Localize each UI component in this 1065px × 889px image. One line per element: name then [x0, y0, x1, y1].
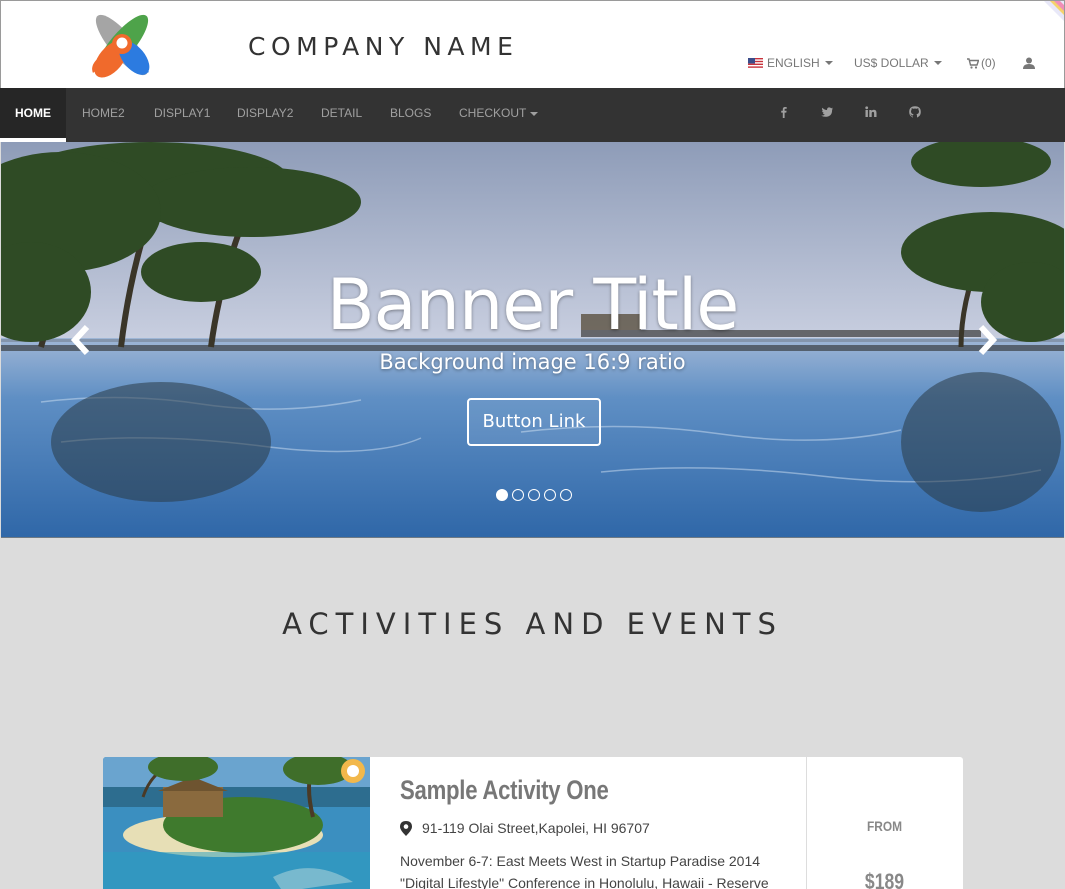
carousel-dot-3[interactable] — [528, 489, 540, 501]
us-flag-icon — [748, 58, 763, 68]
language-dropdown[interactable]: ENGLISH — [748, 56, 833, 70]
card-divider — [806, 757, 807, 889]
banner-title: Banner Title — [326, 264, 740, 346]
company-name: COMPANY NAME — [248, 32, 519, 61]
activity-price: $189 — [864, 869, 905, 889]
nav-detail[interactable]: DETAIL — [321, 88, 362, 142]
corner-ribbon-icon — [1044, 1, 1064, 21]
cart-link[interactable]: (0) — [967, 56, 996, 70]
cart-count: (0) — [981, 56, 996, 70]
map-marker-icon — [400, 820, 412, 836]
cart-icon — [967, 57, 979, 69]
nav-home[interactable]: HOME — [0, 88, 66, 142]
activity-title[interactable]: Sample Activity One — [400, 775, 609, 806]
top-header: COMPANY NAME ENGLISH US$ DOLLAR (0) — [0, 0, 1065, 88]
nav-blogs[interactable]: BLOGS — [390, 88, 431, 142]
nav-checkout[interactable]: CHECKOUT — [459, 88, 539, 142]
company-logo[interactable] — [85, 9, 159, 81]
chevron-down-icon — [933, 61, 942, 65]
banner-button-link[interactable]: Button Link — [467, 398, 601, 446]
carousel-dot-4[interactable] — [544, 489, 556, 501]
twitter-icon[interactable] — [820, 105, 834, 119]
activity-description: November 6-7: East Meets West in Startup… — [400, 853, 769, 889]
banner-subtitle: Background image 16:9 ratio — [379, 350, 686, 374]
user-icon[interactable] — [1023, 57, 1035, 69]
chevron-down-icon — [530, 111, 539, 116]
activity-card[interactable]: Sample Activity One 91-119 Olai Street,K… — [103, 757, 963, 889]
nav-display2[interactable]: DISPLAY2 — [237, 88, 293, 142]
nav-checkout-label: CHECKOUT — [459, 106, 527, 120]
chevron-down-icon — [824, 61, 833, 65]
carousel-dot-2[interactable] — [512, 489, 524, 501]
currency-label: US$ DOLLAR — [854, 56, 929, 70]
activity-thumbnail-image — [103, 757, 370, 889]
facebook-icon[interactable] — [777, 105, 791, 119]
linkedin-icon[interactable] — [864, 105, 878, 119]
carousel-next-arrow-icon[interactable] — [975, 324, 999, 356]
carousel-dot-5[interactable] — [560, 489, 572, 501]
currency-dropdown[interactable]: US$ DOLLAR — [854, 56, 942, 70]
activity-address-text: 91-119 Olai Street,Kapolei, HI 96707 — [422, 820, 650, 836]
section-heading: ACTIVITIES AND EVENTS — [282, 607, 783, 641]
activity-address: 91-119 Olai Street,Kapolei, HI 96707 — [400, 820, 650, 836]
github-icon[interactable] — [908, 105, 922, 119]
price-from-label: FROM — [866, 818, 903, 834]
carousel-prev-arrow-icon[interactable] — [69, 324, 93, 356]
language-label: ENGLISH — [767, 56, 820, 70]
carousel-indicators — [496, 489, 572, 501]
nav-home2[interactable]: HOME2 — [82, 88, 125, 142]
nav-display1[interactable]: DISPLAY1 — [154, 88, 210, 142]
hero-banner: Banner Title Background image 16:9 ratio… — [1, 142, 1064, 538]
main-navbar: HOME HOME2 DISPLAY1 DISPLAY2 DETAIL BLOG… — [0, 88, 1065, 142]
carousel-dot-1[interactable] — [496, 489, 508, 501]
